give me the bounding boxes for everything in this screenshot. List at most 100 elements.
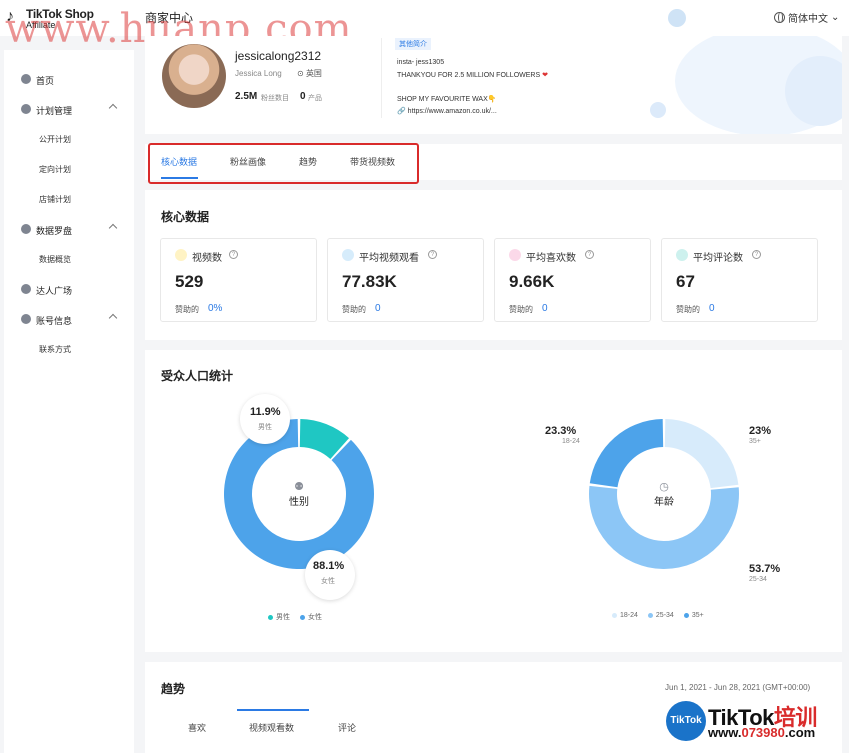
trend-tab-likes[interactable]: 喜欢 [188,721,206,734]
gender-legend: 男性 女性 [268,612,322,622]
gender-center-label: 性别 [289,497,309,508]
section-title: 受众人口统计 [161,369,234,383]
stat-label: 视频数 [192,253,222,264]
male-label: 男性 [258,424,272,431]
clock-icon: ◷ [659,481,669,493]
stat-label: 平均喜欢数 [526,253,576,264]
stat-video-count: 视频数 ? 529 赞助的 0% [160,238,317,322]
stat-sub-value: 0 [542,303,548,314]
highlight-box [148,143,419,184]
creator-location: ⊙ 英国 [297,68,322,79]
plan-icon [21,104,31,114]
globe-icon [774,12,785,23]
stat-sub-value: 0 [375,303,381,314]
language-label: 简体中文 [788,14,828,25]
legend-male[interactable]: 男性 [268,612,290,622]
creator-profile-card: jessicalong2312 Jessica Long ⊙ 英国 2.5M 粉… [145,36,842,134]
age-18-24-label: 18-24 [562,438,580,445]
people-icon: ⚉ [294,481,304,493]
logo-text: TikTok Shop [26,7,94,21]
compass-icon [21,224,31,234]
corner-watermark-logo: TikTok TikTok培训 www.073980.com [664,698,849,753]
sidebar-subitem-data-overview[interactable]: 数据概览 [39,254,71,265]
section-title: 核心数据 [161,210,210,224]
age-35-pct: 23% [749,425,772,437]
stat-value: 67 [676,272,695,291]
sidebar-subitem-store-plan[interactable]: 店铺计划 [39,194,71,205]
audience-demographics-card: 受众人口统计 ⚉ 性别 11.9% 男性 88.1% 女性 男性 女性 ◷ 年龄… [145,350,842,652]
sidebar: 首页 计划管理 公开计划 定向计划 店铺计划 数据罗盘 数据概览 达人广场 账号… [4,50,134,753]
stat-value: 77.83K [342,272,397,291]
sidebar-item-data-compass[interactable]: 数据罗盘 [4,219,134,239]
sidebar-subitem-targeted-plan[interactable]: 定向计划 [39,164,71,175]
sidebar-item-label: 达人广场 [36,286,73,296]
legend-female[interactable]: 女性 [300,612,322,622]
stat-sub-label: 赞助的 [676,305,700,314]
age-18-24-pct: 23.3% [545,425,577,437]
creator-realname: Jessica Long [235,69,282,78]
corner-logo-circle: TikTok [666,701,706,741]
age-25-34-label: 25-34 [749,576,767,583]
sidebar-subitem-public-plan[interactable]: 公开计划 [39,134,71,145]
help-icon[interactable]: ? [752,250,761,259]
female-pct-bubble [305,550,355,600]
help-icon[interactable]: ? [428,250,437,259]
bio-line: SHOP MY FAVOURITE WAX👇 [397,96,497,103]
age-center-label: 年龄 [654,497,674,508]
female-label: 女性 [321,578,335,585]
stat-sub-value: 0% [208,303,223,314]
legend-35[interactable]: 35+ [683,612,704,619]
bio-link[interactable]: 🔗 https://www.amazon.co.uk/... [397,107,497,115]
legend-25-34[interactable]: 25-34 [647,612,674,619]
sidebar-subitem-contact[interactable]: 联系方式 [39,344,71,355]
date-range[interactable]: Jun 1, 2021 - Jun 28, 2021 (GMT+00:00) [665,683,810,692]
user-avatar[interactable] [668,9,686,27]
sidebar-item-home[interactable]: 首页 [4,69,134,89]
legend-18-24[interactable]: 18-24 [612,612,638,619]
help-icon[interactable]: ? [229,250,238,259]
stat-sub-label: 赞助的 [342,305,366,314]
play-icon [175,249,187,261]
heart-icon: ❤ [542,72,548,79]
corner-url: www.073980.com [708,725,815,740]
brand-title: 商家中心 [145,11,194,25]
stat-value: 529 [175,272,204,291]
comment-icon [676,249,688,261]
people-icon [21,284,31,294]
chevron-up-icon [108,223,118,233]
products-label: 产品 [308,95,322,102]
creator-username: jessicalong2312 [235,49,322,63]
donut-slice-35-2[interactable] [589,419,664,488]
sidebar-item-label: 账号信息 [36,316,73,326]
eye-icon [342,249,354,261]
top-bar: ♪ TikTok Shop Affiliate 商家中心 简体中文 ⌄ [0,0,849,36]
section-title: 趋势 [161,682,186,696]
age-25-34-pct: 53.7% [749,563,781,575]
divider [381,38,382,118]
bio-link-text: https://www.amazon.co.uk/... [407,108,497,115]
sidebar-item-account-info[interactable]: 账号信息 [4,309,134,329]
language-switcher[interactable]: 简体中文 ⌄ [774,10,839,25]
decoration [650,102,666,118]
products-count: 0 [300,91,306,102]
female-pct: 88.1% [313,560,345,572]
tiktok-shop-logo[interactable]: ♪ TikTok Shop Affiliate [6,6,96,30]
chevron-down-icon: ⌄ [831,12,840,23]
url-a: www. [708,725,742,740]
help-icon[interactable]: ? [585,250,594,259]
active-tab-indicator [237,709,309,711]
sidebar-item-plan-management[interactable]: 计划管理 [4,99,134,119]
bio-line: THANKYOU FOR 2.5 MILLION FOLLOWERS ❤ [397,71,548,79]
stat-value: 9.66K [509,272,555,291]
trend-tab-comments[interactable]: 评论 [338,721,356,734]
stat-avg-likes: 平均喜欢数 ? 9.66K 赞助的 0 [494,238,651,322]
bio-text: THANKYOU FOR 2.5 MILLION FOLLOWERS [397,72,541,79]
donut-slice-18-24-0[interactable] [664,419,739,489]
age-center: ◷ 年龄 [644,480,684,508]
home-icon [21,74,31,84]
url-c: .com [784,725,816,740]
sidebar-item-creator-plaza[interactable]: 达人广场 [4,279,134,299]
stat-label: 平均评论数 [693,253,743,264]
trend-tab-views[interactable]: 视频观看数 [249,721,294,734]
sidebar-item-label: 计划管理 [36,106,73,116]
